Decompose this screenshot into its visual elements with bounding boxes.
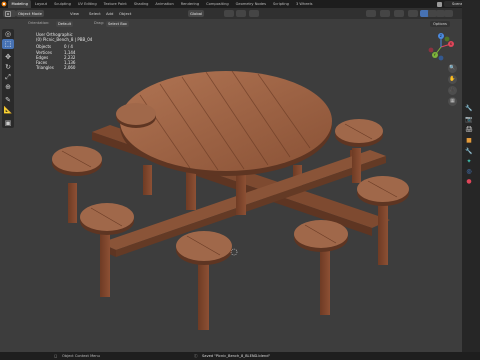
menu-select[interactable]: Select bbox=[89, 10, 101, 17]
drag-label: Drag: bbox=[94, 21, 104, 25]
workspace-tab-scripting[interactable]: Scripting bbox=[269, 0, 292, 8]
options-label: Options bbox=[433, 22, 447, 26]
transform-tool-icon[interactable]: ⊕ bbox=[2, 82, 14, 92]
workspace-tab-texture-paint[interactable]: Texture Paint bbox=[100, 0, 130, 8]
navigation-gizmo[interactable]: X Y Z bbox=[426, 32, 456, 62]
workspace-tab-geometry-nodes[interactable]: Geometry Nodes bbox=[232, 0, 269, 8]
stat-label: Triangles bbox=[36, 65, 54, 71]
gizmo-toggle-icon[interactable] bbox=[380, 10, 390, 17]
transform-orientation-dropdown[interactable]: Global bbox=[188, 10, 205, 17]
stat-value: 2,060 bbox=[64, 65, 76, 71]
object-properties-icon[interactable]: ■ bbox=[465, 137, 473, 145]
shading-wireframe-icon[interactable] bbox=[444, 10, 453, 17]
stat-triangles: Triangles 2,060 bbox=[36, 65, 92, 70]
options-dropdown[interactable]: Options bbox=[430, 21, 450, 27]
viewport-header: Object Mode View Select Add Object Globa… bbox=[0, 8, 480, 19]
tool-properties-icon[interactable]: 🔧 bbox=[465, 105, 473, 113]
pivot-icon[interactable] bbox=[224, 10, 234, 17]
menu-view[interactable]: View bbox=[70, 10, 79, 17]
snap-icon[interactable] bbox=[236, 10, 246, 17]
select-box-tool-icon[interactable]: ⬚ bbox=[2, 39, 14, 49]
properties-tab-strip bbox=[462, 0, 480, 352]
add-cube-tool-icon[interactable]: ▣ bbox=[2, 118, 14, 128]
mode-label: Object Mode bbox=[18, 11, 42, 16]
move-tool-icon[interactable]: ✥ bbox=[2, 52, 14, 62]
viewport-info-overlay: User Orthographic (0) Picnic_Bench_8 | P… bbox=[36, 32, 92, 70]
camera-view-icon[interactable]: 🎥 bbox=[448, 86, 457, 95]
workspace-tab-modeling[interactable]: Modeling bbox=[8, 0, 32, 8]
overlay-toggle-icon[interactable] bbox=[394, 10, 404, 17]
drag-dropdown[interactable]: Select Box bbox=[106, 20, 129, 27]
gizmo-y-label: Y bbox=[434, 53, 436, 57]
mouse-right-icon: ▢ bbox=[54, 353, 58, 358]
workspace-tab-sculpting[interactable]: Sculpting bbox=[51, 0, 75, 8]
workspace-tab-uv-editing[interactable]: UV Editing bbox=[74, 0, 100, 8]
workspace-tabs-bar: Modeling Layout Sculpting UV Editing Texture… bbox=[0, 0, 480, 8]
proportional-edit-icon[interactable] bbox=[249, 10, 259, 17]
scene-icon[interactable] bbox=[437, 1, 442, 7]
workspace-tab-animation[interactable]: Animation bbox=[152, 0, 177, 8]
left-toolbar: ◎ ⬚ ✥ ↻ ⤢ ⊕ ✎ 📐 ▣ bbox=[2, 29, 14, 128]
xray-icon[interactable] bbox=[408, 10, 418, 17]
render-properties-icon[interactable]: 📷 bbox=[465, 116, 473, 124]
workspace-tab-rendering[interactable]: Rendering bbox=[177, 0, 202, 8]
zoom-icon[interactable]: 🔍 bbox=[448, 64, 457, 73]
perspective-toggle-icon[interactable]: ▦ bbox=[448, 97, 457, 106]
orientation-value: Default bbox=[58, 21, 72, 26]
output-properties-icon[interactable]: 🖨 bbox=[465, 126, 473, 134]
rotate-tool-icon[interactable]: ↻ bbox=[2, 62, 14, 72]
info-icon: ⓘ bbox=[194, 353, 198, 358]
status-bar: ▢ Object Context Menu ⓘ Saved "Picnic_Be… bbox=[0, 352, 480, 360]
orientation-dropdown[interactable]: Default bbox=[56, 20, 74, 27]
status-center-text: Saved "Picnic_Bench_8_BLEND.blend" bbox=[202, 353, 271, 358]
measure-tool-icon[interactable]: 📐 bbox=[2, 105, 14, 115]
scale-tool-icon[interactable]: ⤢ bbox=[2, 72, 14, 82]
workspace-tab-layout[interactable]: Layout bbox=[31, 0, 50, 8]
drag-value: Select Box bbox=[108, 21, 127, 26]
blender-logo-icon[interactable] bbox=[0, 0, 8, 8]
cursor-tool-icon[interactable]: ◎ bbox=[2, 29, 14, 39]
workspace-tab-3-wheels[interactable]: 3 Wheels bbox=[292, 0, 316, 8]
tool-settings-bar: Orientation: Default Drag: Select Box bbox=[0, 19, 480, 29]
active-object-name: (0) Picnic_Bench_8 | PBB_04 bbox=[36, 37, 93, 43]
mode-dropdown[interactable]: Object Mode bbox=[16, 10, 44, 17]
editor-type-icon[interactable] bbox=[3, 10, 16, 17]
pan-hand-icon[interactable]: ✋ bbox=[448, 75, 457, 84]
modifier-properties-icon[interactable]: 🔧 bbox=[465, 148, 473, 156]
status-left-text: Object Context Menu bbox=[62, 353, 100, 358]
transform-orientation-label: Global bbox=[190, 11, 203, 16]
orientation-label: Orientation: bbox=[28, 21, 50, 25]
particles-properties-icon[interactable]: ✦ bbox=[465, 158, 473, 166]
workspace-tab-compositing[interactable]: Compositing bbox=[203, 0, 233, 8]
annotate-tool-icon[interactable]: ✎ bbox=[2, 95, 14, 105]
menu-object[interactable]: Object bbox=[119, 10, 131, 17]
menu-add[interactable]: Add bbox=[106, 10, 113, 17]
physics-properties-icon[interactable]: ◎ bbox=[465, 168, 473, 176]
visibility-icon[interactable] bbox=[366, 10, 376, 17]
material-properties-icon[interactable]: ● bbox=[465, 178, 473, 186]
workspace-tab-shading[interactable]: Shading bbox=[130, 0, 152, 8]
